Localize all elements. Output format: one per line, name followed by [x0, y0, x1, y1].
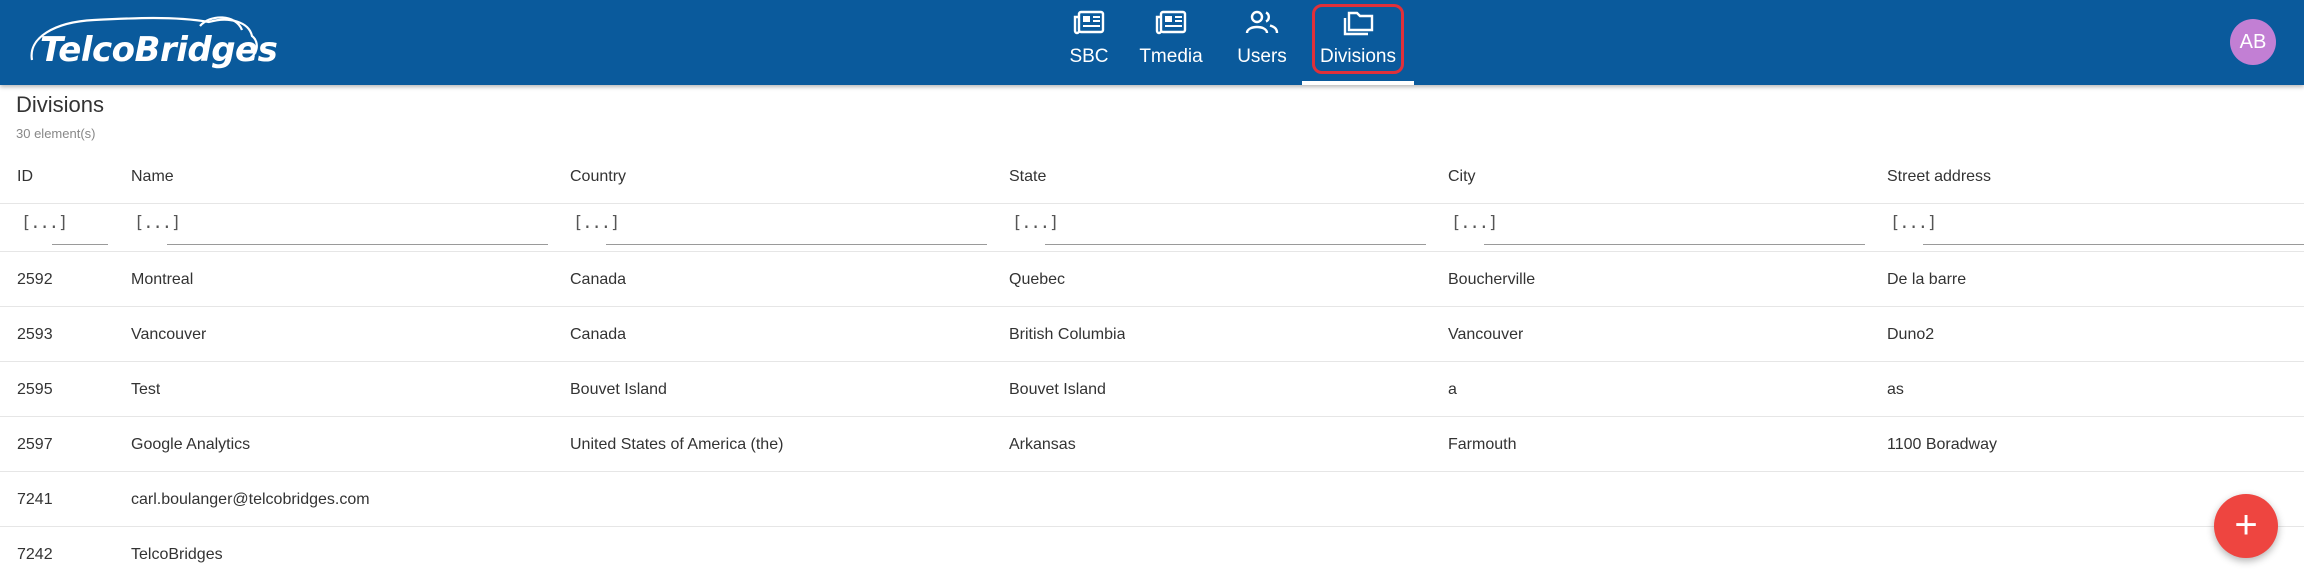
- filter-id-input[interactable]: [52, 214, 108, 245]
- newspaper-icon: [1073, 9, 1105, 42]
- nav-label: Tmedia: [1139, 46, 1203, 67]
- nav-label: SBC: [1069, 46, 1109, 67]
- top-app-bar: TelcoBridges SBC Tmedia Users Divisions …: [0, 0, 2304, 85]
- cell-id: 2595: [17, 381, 53, 398]
- avatar[interactable]: AB: [2230, 19, 2276, 65]
- nav-label: Users: [1237, 46, 1287, 67]
- filter-street-input[interactable]: [1923, 214, 2304, 245]
- users-icon: [1245, 9, 1279, 42]
- cell-country: United States of America (the): [570, 436, 784, 453]
- cell-id: 7242: [17, 546, 53, 563]
- table-row[interactable]: 2597 Google Analytics United States of A…: [0, 418, 2304, 472]
- table-row[interactable]: 7241 carl.boulanger@telcobridges.com: [0, 473, 2304, 527]
- nav-sbc[interactable]: SBC: [1068, 0, 1110, 85]
- table-row[interactable]: 2593 Vancouver Canada British Columbia V…: [0, 308, 2304, 362]
- nav-label: Divisions: [1319, 46, 1397, 67]
- filter-name-input[interactable]: [167, 214, 548, 245]
- filter-row: [...] [...] [...] [...] [...] [...]: [0, 196, 2304, 252]
- cell-name: Test: [131, 381, 161, 398]
- telcobridges-logo[interactable]: TelcoBridges: [24, 8, 278, 74]
- cell-street: as: [1887, 381, 1904, 398]
- nav-divisions[interactable]: Divisions: [1302, 0, 1414, 85]
- cell-name: Vancouver: [131, 326, 207, 343]
- newspaper-icon: [1155, 9, 1187, 42]
- cell-state: Arkansas: [1009, 436, 1076, 453]
- folders-icon: [1341, 9, 1375, 42]
- add-division-button[interactable]: +: [2214, 494, 2278, 558]
- element-count: 30 element(s): [16, 126, 96, 141]
- cell-country: Bouvet Island: [570, 381, 667, 398]
- page-title: Divisions: [16, 92, 105, 117]
- cell-street: Duno2: [1887, 326, 1935, 343]
- cell-name: TelcoBridges: [131, 546, 223, 563]
- cell-street: De la barre: [1887, 271, 1967, 288]
- cell-state: British Columbia: [1009, 326, 1126, 343]
- cell-name: carl.boulanger@telcobridges.com: [131, 491, 370, 508]
- cell-country: Canada: [570, 271, 627, 288]
- cell-id: 2597: [17, 436, 53, 453]
- filter-country-input[interactable]: [606, 214, 987, 245]
- cell-city: Farmouth: [1448, 436, 1517, 453]
- cell-name: Google Analytics: [131, 436, 251, 453]
- cell-city: Vancouver: [1448, 326, 1524, 343]
- cell-street: 1100 Boradway: [1887, 436, 1997, 453]
- cell-state: Quebec: [1009, 271, 1066, 288]
- nav-tmedia[interactable]: Tmedia: [1136, 0, 1206, 85]
- table-row[interactable]: 2595 Test Bouvet Island Bouvet Island a …: [0, 363, 2304, 417]
- cell-id: 2592: [17, 271, 53, 288]
- cell-id: 7241: [17, 491, 53, 508]
- nav-users[interactable]: Users: [1234, 0, 1290, 85]
- filter-city-input[interactable]: [1484, 214, 1865, 245]
- active-tab-indicator: [1302, 81, 1414, 85]
- cell-city: Boucherville: [1448, 271, 1536, 288]
- cell-city: a: [1448, 381, 1457, 398]
- table-row[interactable]: 2592 Montreal Canada Quebec Boucherville…: [0, 253, 2304, 307]
- table-row[interactable]: 7242 TelcoBridges: [0, 528, 2304, 582]
- filter-state-input[interactable]: [1045, 214, 1426, 245]
- logo-text: TelcoBridges: [40, 30, 278, 70]
- cell-name: Montreal: [131, 271, 194, 288]
- cell-state: Bouvet Island: [1009, 381, 1106, 398]
- cell-id: 2593: [17, 326, 53, 343]
- cell-country: Canada: [570, 326, 627, 343]
